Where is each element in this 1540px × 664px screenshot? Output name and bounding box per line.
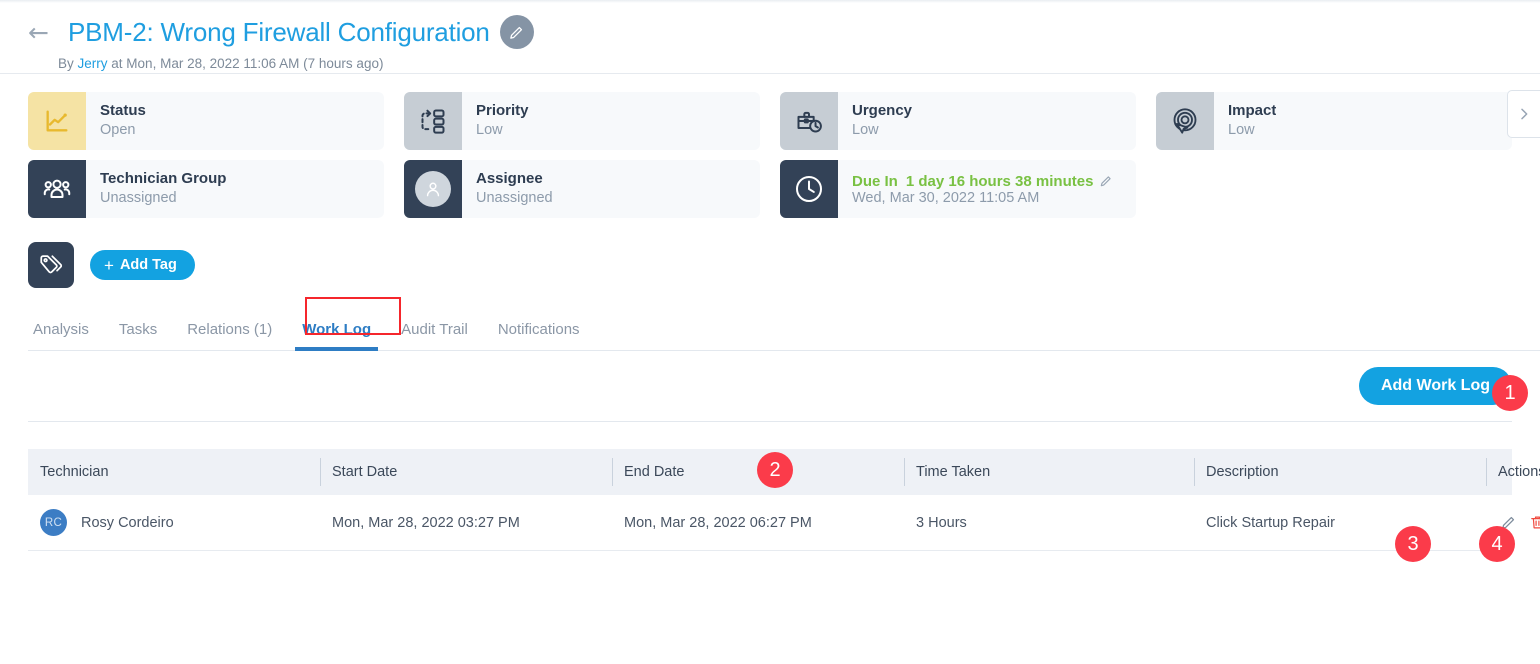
- card-impact-value: Low: [1228, 121, 1255, 138]
- page-header: ← PBM-2: Wrong Firewall Configuration By…: [0, 0, 1540, 74]
- trash-icon: [1531, 516, 1540, 529]
- card-urgency-value: Low: [852, 121, 879, 138]
- tag-icon: [28, 242, 74, 288]
- cards-next-button[interactable]: [1507, 90, 1540, 138]
- work-log-pane: Add Work Log Technician Start Date End D…: [0, 351, 1540, 551]
- card-status-label: Status: [100, 102, 146, 120]
- cell-description: Click Startup Repair: [1194, 495, 1486, 551]
- byline-author-link[interactable]: Jerry: [78, 56, 108, 71]
- chevron-right-icon: [1521, 108, 1528, 120]
- back-arrow-icon[interactable]: ←: [28, 20, 58, 45]
- byline-prefix: By: [58, 56, 74, 71]
- priority-flow-icon: [404, 92, 462, 150]
- technician-cell: RC Rosy Cordeiro: [40, 509, 320, 536]
- card-technician-group-body: Technician Group Unassigned: [86, 160, 226, 218]
- edit-title-button[interactable]: [499, 15, 534, 49]
- tab-work-log[interactable]: Work Log: [287, 321, 386, 351]
- due-in-prefix: Due In: [852, 172, 898, 190]
- byline-suffix: at Mon, Mar 28, 2022 11:06 AM (7 hours a…: [111, 56, 384, 71]
- detail-cards-area: Status Open Priority Low Urgency Low Imp…: [0, 74, 1540, 218]
- card-due-in-body: Due In 1 day 16 hours 38 minutes Wed, Ma…: [838, 160, 1113, 218]
- cards-row-secondary: Technician Group Unassigned Assignee Una…: [28, 160, 1540, 218]
- avatar: RC: [40, 509, 67, 536]
- card-due-in-label: Due In 1 day 16 hours 38 minutes: [852, 173, 1113, 190]
- user-avatar-icon: [404, 160, 462, 218]
- tag-row: + Add Tag: [0, 228, 1540, 288]
- card-impact[interactable]: Impact Low: [1156, 92, 1512, 150]
- cell-end-date: Mon, Mar 28, 2022 06:27 PM: [612, 495, 904, 551]
- tab-tasks[interactable]: Tasks: [104, 321, 172, 350]
- card-technician-group-value: Unassigned: [100, 189, 177, 206]
- line-chart-icon: [28, 92, 86, 150]
- card-priority-value: Low: [476, 121, 503, 138]
- card-due-in[interactable]: Due In 1 day 16 hours 38 minutes Wed, Ma…: [780, 160, 1136, 218]
- cell-technician: RC Rosy Cordeiro: [28, 495, 320, 551]
- col-description[interactable]: Description: [1194, 449, 1486, 495]
- tabs-wrap: Analysis Tasks Relations (1) Work Log Au…: [0, 297, 1540, 351]
- add-tag-label: Add Tag: [119, 257, 177, 273]
- card-impact-body: Impact Low: [1214, 92, 1276, 150]
- card-due-in-date: Wed, Mar 30, 2022 11:05 AM: [852, 189, 1040, 206]
- card-status-body: Status Open: [86, 92, 146, 150]
- card-urgency[interactable]: Urgency Low: [780, 92, 1136, 150]
- briefcase-clock-icon: [780, 92, 838, 150]
- annotation-badge-2: 2: [757, 452, 793, 488]
- cards-row-primary: Status Open Priority Low Urgency Low Imp…: [28, 92, 1540, 150]
- tab-audit-trail[interactable]: Audit Trail: [386, 321, 483, 350]
- plus-icon: +: [104, 255, 114, 275]
- card-technician-group[interactable]: Technician Group Unassigned: [28, 160, 384, 218]
- col-start-date[interactable]: Start Date: [320, 449, 612, 495]
- col-time-taken[interactable]: Time Taken: [904, 449, 1194, 495]
- add-tag-button[interactable]: + Add Tag: [90, 250, 195, 280]
- tab-relations[interactable]: Relations (1): [172, 321, 287, 350]
- tab-analysis[interactable]: Analysis: [28, 321, 104, 350]
- card-urgency-label: Urgency: [852, 102, 913, 120]
- cell-start-date: Mon, Mar 28, 2022 03:27 PM: [320, 495, 612, 551]
- pencil-icon: [510, 26, 523, 39]
- col-actions[interactable]: Actions: [1486, 449, 1540, 495]
- title-row: ← PBM-2: Wrong Firewall Configuration: [28, 14, 1540, 50]
- window-top-edge: [0, 0, 1540, 3]
- pencil-icon: [1101, 176, 1112, 187]
- card-assignee-label: Assignee: [476, 170, 543, 188]
- annotation-badge-3: 3: [1395, 526, 1431, 562]
- card-impact-label: Impact: [1228, 102, 1277, 120]
- technician-name: Rosy Cordeiro: [81, 514, 174, 531]
- card-technician-group-label: Technician Group: [100, 170, 227, 188]
- annotation-badge-1: 1: [1492, 375, 1528, 411]
- work-log-table-body: RC Rosy Cordeiro Mon, Mar 28, 2022 03:27…: [28, 495, 1540, 551]
- page-title: PBM-2: Wrong Firewall Configuration: [68, 16, 490, 47]
- add-work-log-button[interactable]: Add Work Log: [1358, 367, 1512, 405]
- card-status-value: Open: [100, 121, 136, 138]
- tab-notifications[interactable]: Notifications: [483, 321, 595, 350]
- byline: By Jerry at Mon, Mar 28, 2022 11:06 AM (…: [58, 56, 1540, 71]
- card-priority-body: Priority Low: [462, 92, 529, 150]
- clock-icon: [780, 160, 838, 218]
- card-status[interactable]: Status Open: [28, 92, 384, 150]
- delete-work-log-button[interactable]: [1529, 514, 1540, 531]
- tab-bar: Analysis Tasks Relations (1) Work Log Au…: [28, 312, 1540, 351]
- card-assignee[interactable]: Assignee Unassigned: [404, 160, 760, 218]
- due-in-value: 1 day 16 hours 38 minutes: [905, 172, 1094, 190]
- annotation-badge-4: 4: [1479, 526, 1515, 562]
- card-priority[interactable]: Priority Low: [404, 92, 760, 150]
- users-group-icon: [28, 160, 86, 218]
- target-cursor-icon: [1156, 92, 1214, 150]
- card-assignee-value: Unassigned: [476, 189, 553, 206]
- table-row: RC Rosy Cordeiro Mon, Mar 28, 2022 03:27…: [28, 495, 1540, 551]
- work-log-toolbar: Add Work Log: [28, 351, 1512, 422]
- cell-time-taken: 3 Hours: [904, 495, 1194, 551]
- card-urgency-body: Urgency Low: [838, 92, 912, 150]
- card-assignee-body: Assignee Unassigned: [462, 160, 553, 218]
- edit-due-date-button[interactable]: [1099, 174, 1113, 188]
- card-priority-label: Priority: [476, 102, 529, 120]
- col-technician[interactable]: Technician: [28, 449, 320, 495]
